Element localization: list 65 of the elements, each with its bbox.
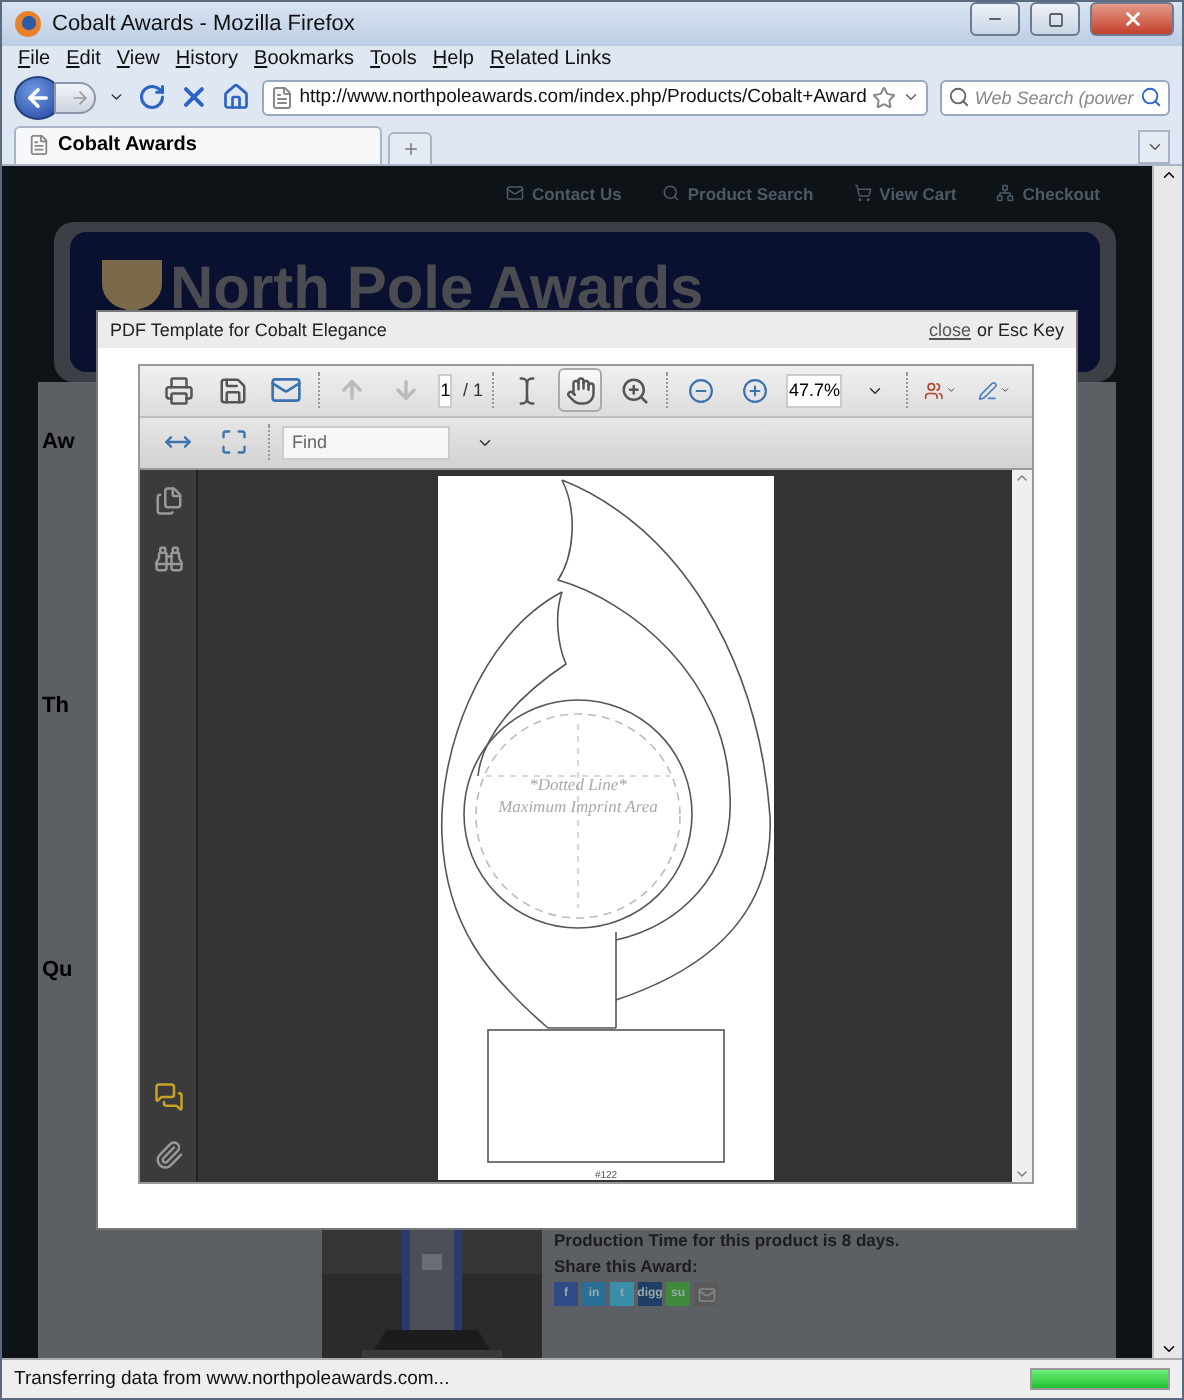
page-total: / 1: [462, 380, 483, 401]
zoom-icon: [619, 375, 650, 406]
scrollbar[interactable]: [1152, 165, 1182, 1359]
menu-item[interactable]: Edit: [66, 48, 101, 71]
menu-item[interactable]: Bookmarks: [254, 48, 355, 71]
section-heading: Th: [42, 693, 69, 718]
section-heading: Aw: [42, 429, 75, 454]
menu-item[interactable]: Related Links: [490, 48, 612, 71]
reload-icon[interactable]: [137, 82, 166, 113]
paperclip-icon[interactable]: [153, 1139, 183, 1170]
search-icon[interactable]: [1139, 86, 1162, 109]
menu-item[interactable]: Help: [432, 48, 474, 71]
new-tab-button[interactable]: [388, 131, 432, 164]
comments-icon[interactable]: [153, 1081, 183, 1112]
maximize-button[interactable]: [1030, 2, 1080, 37]
cart-icon: [853, 184, 872, 203]
hand-tool-button[interactable]: [558, 368, 603, 413]
scrollbar[interactable]: [1012, 469, 1032, 1182]
find-field[interactable]: Find: [282, 425, 450, 460]
home-icon[interactable]: [221, 82, 250, 113]
binoculars-icon[interactable]: [153, 543, 183, 574]
status-text: Transferring data from www.northpoleawards.com...: [14, 1368, 452, 1391]
search-field[interactable]: Web Search (power: [940, 79, 1170, 116]
search-icon: [661, 184, 680, 203]
contact-icon: [505, 184, 524, 203]
search-icon: [948, 86, 971, 109]
zoom-field[interactable]: 47.7%: [786, 373, 842, 408]
browser-tab[interactable]: Cobalt Awards: [14, 125, 382, 164]
menu-item[interactable]: History: [175, 48, 239, 71]
close-icon: [1121, 8, 1143, 31]
share-label: Share this Award:: [554, 1256, 700, 1277]
arrow-left-icon: [24, 83, 53, 112]
menu-item[interactable]: File: [18, 48, 51, 71]
fit-page-icon: [220, 428, 248, 457]
imprint-label: Maximum Imprint Area: [497, 795, 657, 816]
menu-item[interactable]: View: [116, 48, 160, 71]
checkout-icon: [996, 184, 1015, 203]
firefox-logo-icon: [14, 9, 42, 38]
plus-icon: [741, 377, 768, 404]
hand-icon: [565, 375, 596, 406]
save-icon: [217, 375, 247, 406]
address-field[interactable]: http://www.northpoleawards.com/index.php/Products/Cobalt+Award: [261, 79, 929, 116]
modal-title: PDF Template for Cobalt Elegance: [110, 319, 387, 340]
arrow-right-icon: [70, 87, 91, 108]
envelope-icon: [270, 374, 302, 407]
close-link[interactable]: close: [928, 319, 971, 340]
minus-icon: [687, 377, 714, 404]
close-hint: or Esc Key: [976, 319, 1064, 340]
pages-icon[interactable]: [153, 485, 183, 516]
star-icon[interactable]: [872, 85, 897, 110]
close-button[interactable]: [1090, 2, 1174, 37]
printer-icon: [163, 375, 193, 406]
maximize-icon: [1047, 11, 1063, 28]
imprint-label: *Dotted Line*: [528, 773, 626, 794]
mail-icon: [697, 1285, 715, 1304]
plus-icon: [401, 139, 419, 158]
site-title: North Pole Awards: [170, 259, 704, 320]
window-title: Cobalt Awards - Mozilla Firefox: [52, 11, 357, 36]
page-number-field[interactable]: 1: [438, 373, 453, 408]
section-heading: Qu: [42, 957, 73, 982]
menu-item[interactable]: Tools: [370, 48, 417, 71]
page-icon: [269, 85, 294, 110]
page-icon: [28, 134, 50, 157]
minimize-button[interactable]: [970, 2, 1020, 37]
production-note: Production Time for this product is 8 days.: [554, 1230, 900, 1251]
